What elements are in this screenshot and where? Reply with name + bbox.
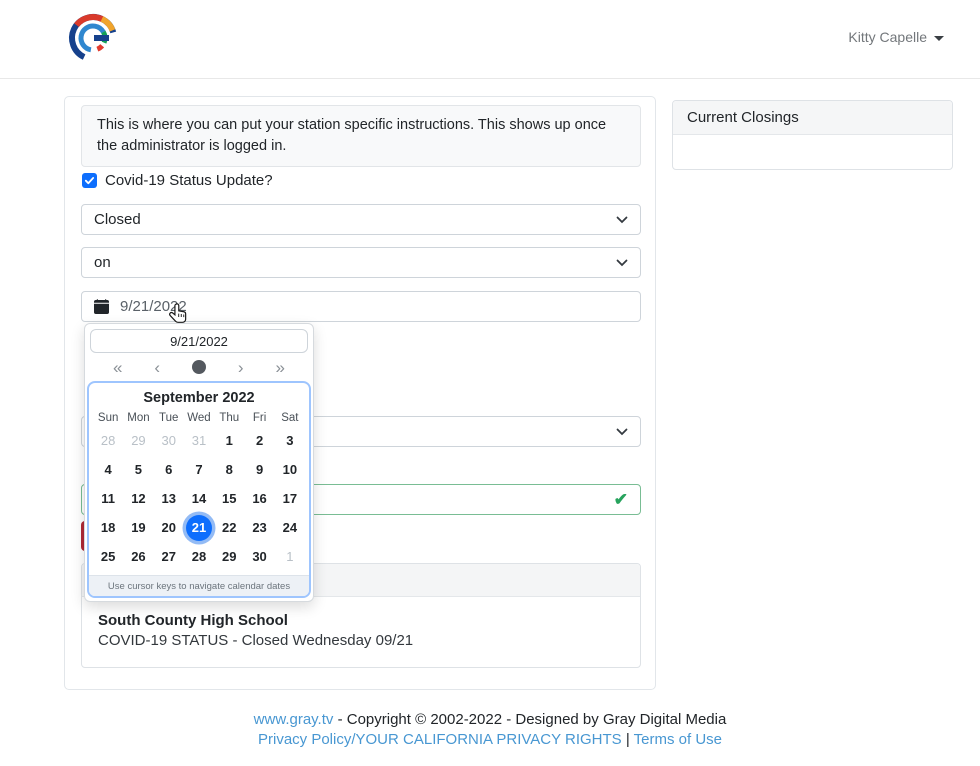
gray-tv-link[interactable]: www.gray.tv	[254, 711, 334, 728]
calendar-day-name: Sat	[275, 412, 305, 424]
calendar-widget: September 2022 SunMonTueWedThuFriSat 282…	[87, 381, 311, 598]
calendar-day[interactable]: 21	[186, 515, 212, 541]
calendar-day[interactable]: 15	[214, 484, 244, 513]
privacy-policy-link[interactable]: Privacy Policy/YOUR CALIFORNIA PRIVACY R…	[258, 731, 622, 748]
calendar-day[interactable]: 4	[93, 455, 123, 484]
chevron-down-icon	[616, 216, 628, 224]
calendar-day-name: Sun	[93, 412, 123, 424]
calendar-month-title[interactable]: September 2022	[89, 383, 309, 409]
calendar-day[interactable]: 30	[244, 542, 274, 571]
check-icon	[84, 175, 95, 186]
datepicker-nav: « ‹ › »	[87, 353, 311, 381]
calendar-grid: 2829303112345678910111213141516171819202…	[89, 425, 309, 575]
calendar-day[interactable]: 20	[154, 513, 184, 542]
next-year-button[interactable]: »	[276, 359, 285, 376]
calendar-day[interactable]: 22	[214, 513, 244, 542]
calendar-day[interactable]: 11	[93, 484, 123, 513]
calendar-day[interactable]: 2	[244, 426, 274, 455]
prev-month-button[interactable]: ‹	[154, 359, 160, 376]
calendar-day[interactable]: 10	[275, 455, 305, 484]
datepicker-text-input[interactable]	[90, 329, 308, 353]
calendar-day[interactable]: 29	[214, 542, 244, 571]
calendar-day[interactable]: 7	[184, 455, 214, 484]
calendar-day[interactable]: 23	[244, 513, 274, 542]
user-account-menu[interactable]: Kitty Capelle	[848, 29, 944, 45]
calendar-day[interactable]: 14	[184, 484, 214, 513]
next-month-button[interactable]: ›	[238, 359, 244, 376]
calendar-day[interactable]: 18	[93, 513, 123, 542]
calendar-day[interactable]: 1	[275, 542, 305, 571]
current-closings-title: Current Closings	[687, 109, 799, 126]
calendar-day[interactable]: 8	[214, 455, 244, 484]
calendar-day-name: Fri	[244, 412, 274, 424]
legal-separator: |	[622, 731, 634, 748]
calendar-day[interactable]: 3	[275, 426, 305, 455]
covid-status-checkbox[interactable]	[82, 173, 97, 188]
terms-of-use-link[interactable]: Terms of Use	[634, 731, 722, 748]
preposition-select-value: on	[94, 254, 111, 271]
calendar-day[interactable]: 17	[275, 484, 305, 513]
user-name-label: Kitty Capelle	[848, 29, 927, 45]
date-input[interactable]: 9/21/2022	[81, 291, 641, 322]
calendar-day[interactable]: 27	[154, 542, 184, 571]
footer-legal-line: Privacy Policy/YOUR CALIFORNIA PRIVACY R…	[0, 730, 980, 750]
calendar-day-name: Tue	[154, 412, 184, 424]
prev-year-button[interactable]: «	[113, 359, 122, 376]
calendar-day[interactable]: 12	[123, 484, 153, 513]
covid-status-checkbox-row: Covid-19 Status Update?	[82, 172, 273, 189]
current-closings-header: Current Closings	[673, 101, 952, 135]
calendar-day[interactable]: 16	[244, 484, 274, 513]
calendar-day[interactable]: 25	[93, 542, 123, 571]
top-header: Kitty Capelle	[0, 0, 980, 79]
copyright-text: - Copyright © 2002-2022 - Designed by Gr…	[333, 711, 726, 728]
closings-form-panel: This is where you can put your station s…	[64, 96, 656, 690]
calendar-day[interactable]: 28	[184, 542, 214, 571]
date-input-value: 9/21/2022	[120, 298, 187, 315]
calendar-day[interactable]: 1	[214, 426, 244, 455]
chevron-down-icon	[616, 428, 628, 436]
current-closings-panel: Current Closings	[672, 100, 953, 170]
calendar-day-name: Thu	[214, 412, 244, 424]
calendar-day[interactable]: 26	[123, 542, 153, 571]
calendar-day[interactable]: 29	[123, 426, 153, 455]
calendar-icon	[94, 299, 109, 314]
today-button[interactable]	[192, 360, 206, 374]
covid-status-checkbox-label: Covid-19 Status Update?	[105, 172, 273, 189]
preposition-select[interactable]: on	[81, 247, 641, 278]
footer-copyright-line: www.gray.tv - Copyright © 2002-2022 - De…	[0, 710, 980, 730]
chevron-down-icon	[616, 259, 628, 267]
calendar-day[interactable]: 19	[123, 513, 153, 542]
calendar-day-name: Wed	[184, 412, 214, 424]
status-select-value: Closed	[94, 211, 141, 228]
valid-check-icon: ✔	[614, 490, 628, 510]
calendar-day[interactable]: 5	[123, 455, 153, 484]
preview-status-line: COVID-19 STATUS - Closed Wednesday 09/21	[98, 632, 624, 649]
calendar-day[interactable]: 6	[154, 455, 184, 484]
calendar-day[interactable]: 13	[154, 484, 184, 513]
calendar-day[interactable]: 9	[244, 455, 274, 484]
gray-tv-logo-icon[interactable]	[66, 11, 120, 65]
preview-card-body: South County High School COVID-19 STATUS…	[82, 597, 640, 667]
calendar-day[interactable]: 30	[154, 426, 184, 455]
calendar-day[interactable]: 24	[275, 513, 305, 542]
chevron-down-icon	[934, 36, 944, 41]
preview-school-name: South County High School	[98, 612, 624, 629]
station-instructions-text: This is where you can put your station s…	[81, 105, 641, 167]
page-footer: www.gray.tv - Copyright © 2002-2022 - De…	[0, 710, 980, 750]
status-select[interactable]: Closed	[81, 204, 641, 235]
calendar-day-name: Mon	[123, 412, 153, 424]
current-closings-empty-body	[673, 135, 952, 169]
datepicker-popup: « ‹ › » September 2022 SunMonTueWedThuFr…	[84, 323, 314, 602]
calendar-day[interactable]: 28	[93, 426, 123, 455]
calendar-help-note: Use cursor keys to navigate calendar dat…	[89, 575, 309, 596]
calendar-day-names: SunMonTueWedThuFriSat	[89, 409, 309, 425]
calendar-day[interactable]: 31	[184, 426, 214, 455]
